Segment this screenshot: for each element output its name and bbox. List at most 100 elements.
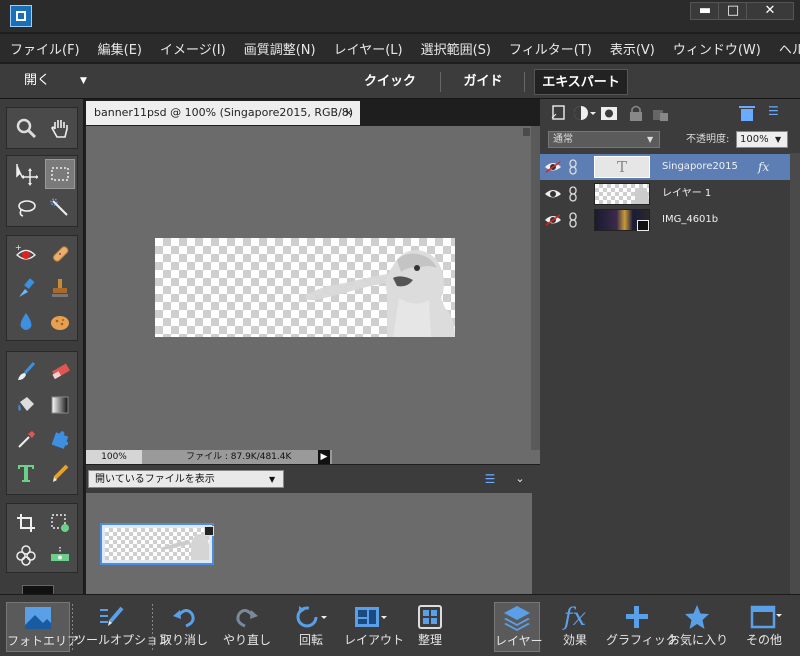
brush-tool[interactable] xyxy=(11,356,41,386)
document-canvas[interactable] xyxy=(155,238,455,337)
thumbnail-badge-icon xyxy=(204,526,214,536)
photo-bin-button[interactable]: フォトエリア xyxy=(6,602,79,652)
canvas-horizontal-scrollbar[interactable] xyxy=(332,450,540,464)
pencil-tool[interactable] xyxy=(45,458,75,488)
type-tool[interactable] xyxy=(11,458,41,488)
redo-button[interactable]: やり直し xyxy=(220,602,274,652)
status-menu-arrow[interactable]: ▶ xyxy=(318,450,330,464)
menu-edit[interactable]: 編集(E) xyxy=(88,39,150,58)
minimize-button[interactable]: ▬ xyxy=(690,2,720,20)
menu-filter[interactable]: フィルター(T) xyxy=(499,39,600,58)
recompose-tool[interactable] xyxy=(45,508,75,538)
paint-bucket-tool[interactable] xyxy=(11,390,41,420)
menu-view[interactable]: 表示(V) xyxy=(600,39,663,58)
tab-quick[interactable]: クイック xyxy=(350,69,430,95)
panel-menu-icon[interactable]: ☰ xyxy=(768,104,779,118)
undo-button[interactable]: 取り消し xyxy=(158,602,210,652)
menu-window[interactable]: ウィンドウ(W) xyxy=(663,39,769,58)
menu-file[interactable]: ファイル(F) xyxy=(0,39,88,58)
layers-scrollbar[interactable] xyxy=(790,153,800,594)
type-t-icon xyxy=(18,465,34,482)
link-icon[interactable] xyxy=(568,212,578,228)
menu-help[interactable]: ヘルプ(H) xyxy=(769,39,800,58)
gradient-tool[interactable] xyxy=(45,390,75,420)
move-tool[interactable] xyxy=(11,159,41,189)
hand-tool[interactable] xyxy=(45,113,75,143)
fx-icon[interactable]: fx xyxy=(758,154,769,180)
canvas-vertical-scrollbar[interactable] xyxy=(531,126,540,450)
new-layer-icon[interactable] xyxy=(550,104,568,122)
hand-icon xyxy=(51,120,68,138)
layout-button[interactable]: レイアウト xyxy=(344,602,404,652)
eraser-tool[interactable] xyxy=(45,356,75,386)
marquee-tool[interactable] xyxy=(45,159,75,189)
blur-tool[interactable] xyxy=(11,307,41,337)
canvas-area[interactable] xyxy=(86,126,531,450)
quick-selection-tool[interactable] xyxy=(45,193,75,223)
eyedropper-tool[interactable] xyxy=(11,424,41,454)
menu-image[interactable]: イメージ(I) xyxy=(150,39,234,58)
link-icon[interactable] xyxy=(568,186,578,202)
move-icon xyxy=(16,164,38,186)
collapse-chevron-icon[interactable]: ⌄ xyxy=(512,470,528,488)
bin-menu-icon[interactable]: ☰ xyxy=(480,470,500,488)
spot-healing-tool[interactable] xyxy=(45,239,75,269)
maximize-button[interactable]: □ xyxy=(718,2,748,20)
tool-options-label: ツールオプション xyxy=(74,633,171,647)
trash-icon[interactable] xyxy=(738,104,756,122)
visibility-eye-icon[interactable] xyxy=(544,160,562,174)
lock-transparent-icon[interactable] xyxy=(652,104,670,122)
bin-thumbnail[interactable] xyxy=(100,523,214,565)
opacity-field[interactable]: 100% ▼ xyxy=(736,131,788,148)
scroll-up-arrow[interactable] xyxy=(523,128,530,136)
favorites-label: お気に入り xyxy=(668,633,729,647)
close-button[interactable]: ✕ xyxy=(746,2,794,20)
layers-toolbar: ☰ xyxy=(540,101,800,125)
document-tab[interactable]: banner11psd @ 100% (Singapore2015, RGB/8… xyxy=(86,101,360,143)
tool-options-button[interactable]: ツールオプション xyxy=(74,602,171,652)
visibility-eye-icon[interactable] xyxy=(544,187,562,201)
layer-row[interactable]: レイヤー 1 xyxy=(540,181,790,207)
clone-stamp-tool[interactable] xyxy=(45,273,75,303)
cookie-cutter-tool[interactable] xyxy=(11,540,41,570)
bandage-icon xyxy=(52,246,69,262)
visibility-eye-icon[interactable] xyxy=(544,213,562,227)
bin-file-select[interactable]: 開いているファイルを表示 ▼ xyxy=(88,470,284,488)
graphics-button[interactable]: グラフィック xyxy=(606,602,678,652)
lock-icon[interactable] xyxy=(628,104,644,122)
layers-button[interactable]: レイヤー xyxy=(494,602,543,652)
rotate-button[interactable]: 回転 xyxy=(286,602,336,652)
more-button[interactable]: その他 xyxy=(736,602,792,652)
photo-bin-icon xyxy=(25,607,51,629)
lasso-tool[interactable] xyxy=(11,193,41,223)
link-icon[interactable] xyxy=(568,159,578,175)
layer-row[interactable]: IMG_4601b xyxy=(540,207,790,233)
stamp-icon xyxy=(52,279,68,297)
layer-mask-icon[interactable] xyxy=(600,104,618,122)
sponge-tool[interactable] xyxy=(45,307,75,337)
red-eye-tool[interactable]: + xyxy=(11,239,41,269)
bin-scrollbar[interactable] xyxy=(532,493,540,594)
adjustment-layer-icon[interactable] xyxy=(572,104,596,122)
tab-guided[interactable]: ガイド xyxy=(448,69,518,95)
custom-shape-tool[interactable] xyxy=(45,424,75,454)
menu-select[interactable]: 選択範囲(S) xyxy=(411,39,499,58)
open-button[interactable]: 開く ▼ xyxy=(10,69,95,93)
crop-tool[interactable] xyxy=(11,508,41,538)
straighten-tool[interactable] xyxy=(45,540,75,570)
layer-row[interactable]: T Singapore2015 fx xyxy=(540,154,790,180)
organizer-button[interactable]: 整理 xyxy=(406,602,454,652)
close-tab-icon[interactable]: × xyxy=(344,101,353,125)
tab-expert[interactable]: エキスパート xyxy=(534,69,628,95)
zoom-level[interactable]: 100% xyxy=(86,450,142,464)
menu-enhance[interactable]: 画質調整(N) xyxy=(234,39,324,58)
blend-mode-select[interactable]: 通常 ▼ xyxy=(548,131,660,148)
smart-brush-tool[interactable] xyxy=(11,273,41,303)
menu-bar: ファイル(F) 編集(E) イメージ(I) 画質調整(N) レイヤー(L) 選択… xyxy=(0,34,800,62)
favorites-button[interactable]: お気に入り xyxy=(668,602,729,652)
rotate-label: 回転 xyxy=(298,633,323,647)
menu-layer[interactable]: レイヤー(L) xyxy=(324,39,411,58)
layer-name: Singapore2015 xyxy=(662,161,738,172)
zoom-tool[interactable] xyxy=(11,113,41,143)
effects-button[interactable]: fx 効果 xyxy=(552,602,598,652)
